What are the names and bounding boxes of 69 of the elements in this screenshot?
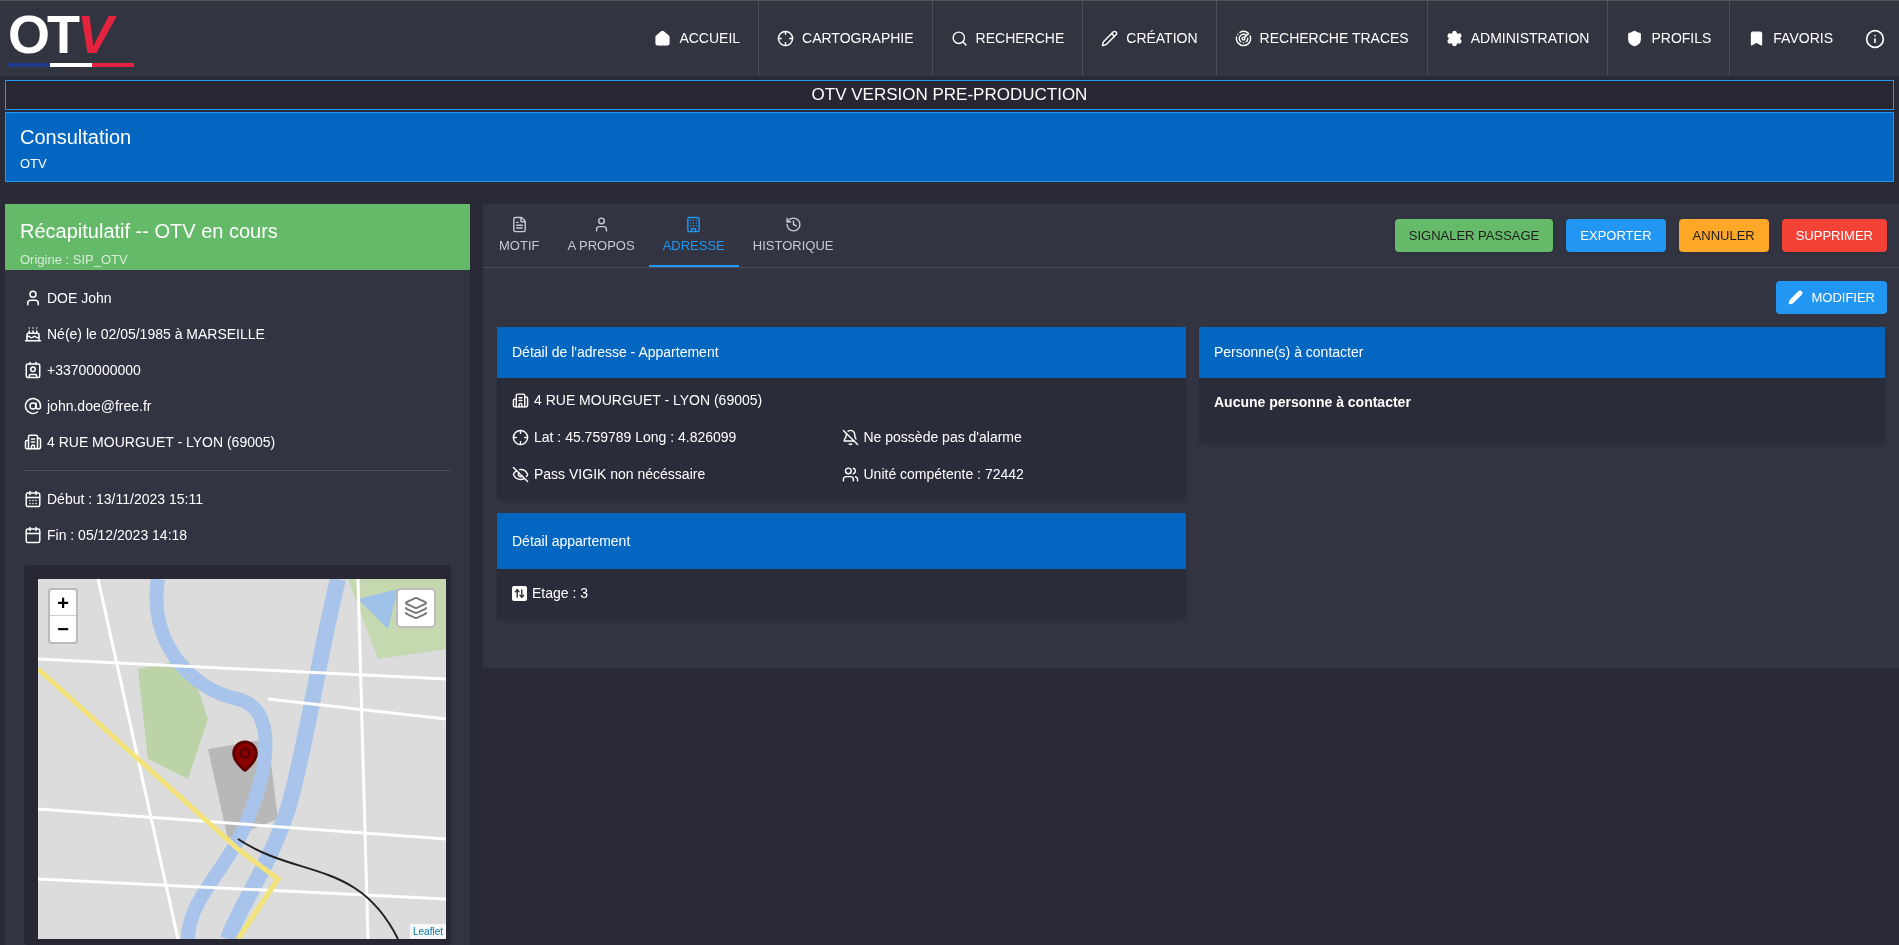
nav-item[interactable]: ACCUEIL xyxy=(636,1,760,76)
person-icon xyxy=(24,289,42,307)
building-icon xyxy=(24,433,42,451)
page-subtitle: OTV xyxy=(20,155,48,173)
summary-detail: +33700000000 xyxy=(47,360,141,380)
attribution-link[interactable]: Leaflet xyxy=(409,924,446,939)
crosshair-icon xyxy=(777,30,795,47)
calendar-icon xyxy=(24,526,42,544)
radar-icon xyxy=(1234,30,1252,47)
elevator-icon xyxy=(512,586,527,601)
apartment-field: Etage : 3 xyxy=(532,583,589,604)
summary-detail: 4 RUE MOURGUET - LYON (69005) xyxy=(47,432,276,452)
bell-off-icon xyxy=(841,429,859,446)
card-header: Détail appartement xyxy=(497,513,1186,569)
address-text: 4 RUE MOURGUET - LYON (69005) xyxy=(534,391,763,410)
building-icon xyxy=(685,215,703,233)
summary-detail: Né(e) le 02/05/1985 à MARSEILLE xyxy=(47,324,265,344)
tab[interactable]: ADRESSE xyxy=(648,215,739,267)
home-icon xyxy=(654,30,672,47)
empty-message: Aucune personne à contacter xyxy=(1214,394,1411,410)
document-icon xyxy=(510,215,528,233)
summary-detail: DOE John xyxy=(47,288,112,308)
info-icon xyxy=(1865,28,1885,49)
summary-origin: Origine : SIP_OTV xyxy=(20,251,129,269)
summary-detail: john.doe@free.fr xyxy=(47,396,152,416)
nav-item[interactable]: FAVORIS xyxy=(1730,1,1851,76)
shield-icon xyxy=(1626,30,1644,47)
summary-title: Récapitulatif -- OTV en cours xyxy=(20,219,279,244)
address-field: Unité compétente : 72442 xyxy=(863,464,1024,485)
nav-item[interactable]: RECHERCHE xyxy=(932,1,1084,76)
building-icon xyxy=(512,392,529,409)
pencil-icon xyxy=(1101,30,1119,47)
contact-card-icon xyxy=(24,361,42,379)
address-field: Pass VIGIK non nécéssaire xyxy=(534,464,706,485)
address-field: Ne possède pas d'alarme xyxy=(863,427,1022,448)
page-title: Consultation xyxy=(20,125,133,150)
calendar-icon xyxy=(24,490,42,508)
nav-item[interactable]: ADMINISTRATION xyxy=(1427,1,1609,76)
cake-icon xyxy=(24,325,42,343)
tab[interactable]: HISTORIQUE xyxy=(738,215,848,267)
layers-button[interactable] xyxy=(396,588,436,628)
logo[interactable]: OTV xyxy=(8,7,134,76)
settings-icon xyxy=(1445,30,1463,47)
card-header: Détail de l'adresse - Appartement xyxy=(497,327,1186,378)
nav-item[interactable]: CRÉATION xyxy=(1083,1,1217,76)
address-field: Lat : 45.759789 Long : 4.826099 xyxy=(534,427,737,448)
action-button[interactable]: SIGNALER PASSAGE xyxy=(1394,219,1554,252)
at-sign-icon xyxy=(24,397,42,415)
card-header: Personne(s) à contacter xyxy=(1199,327,1885,378)
action-button[interactable]: ANNULER xyxy=(1678,219,1769,252)
map[interactable]: + − Leaflet xyxy=(38,579,446,939)
crosshair-icon xyxy=(512,429,529,446)
nav-item[interactable]: PROFILS xyxy=(1608,1,1731,76)
summary-date: Fin : 05/12/2023 14:18 xyxy=(47,525,188,545)
action-button[interactable]: SUPPRIMER xyxy=(1781,219,1887,252)
people-icon xyxy=(841,466,859,483)
pencil-icon xyxy=(1788,290,1804,305)
nav-item[interactable]: CARTOGRAPHIE xyxy=(759,1,933,76)
zoom-out-button[interactable]: − xyxy=(50,616,76,642)
zoom-in-button[interactable]: + xyxy=(50,590,76,616)
summary-date: Début : 13/11/2023 15:11 xyxy=(47,489,203,509)
tab[interactable]: A PROPOS xyxy=(553,215,649,267)
nav-item[interactable]: RECHERCHE TRACES xyxy=(1216,1,1428,76)
version-banner: OTV VERSION PRE-PRODUCTION xyxy=(5,80,1894,110)
tab[interactable]: MOTIF xyxy=(485,215,554,267)
eye-off-icon xyxy=(512,466,529,483)
layers-icon xyxy=(404,596,428,620)
history-icon xyxy=(784,215,802,233)
search-icon xyxy=(950,30,968,47)
